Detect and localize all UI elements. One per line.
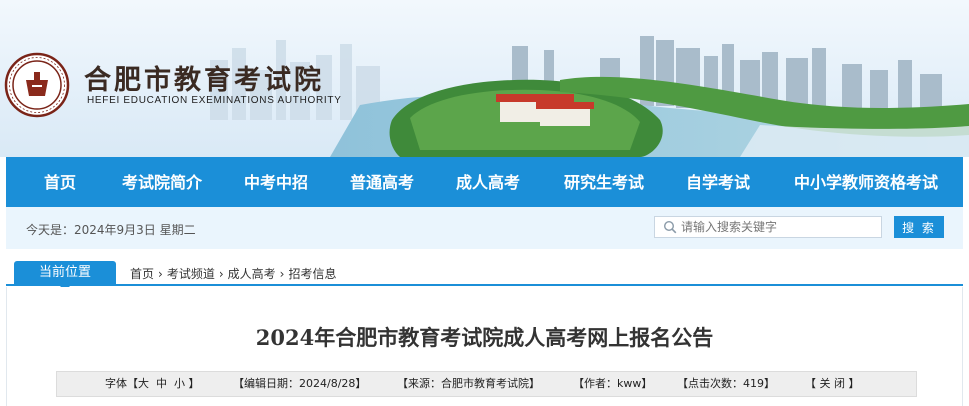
search-box	[654, 216, 882, 238]
breadcrumb-separator: ›	[218, 267, 224, 281]
breadcrumb-home[interactable]: 首页	[130, 267, 154, 281]
nav-item-graduate-exam[interactable]: 研究生考试	[554, 157, 654, 207]
breadcrumb-enrollment-info[interactable]: 招考信息	[288, 267, 336, 281]
font-size-suffix: 】	[188, 377, 200, 390]
search-input[interactable]	[681, 219, 876, 235]
search-icon	[663, 220, 677, 234]
article-author: 【作者：kww】	[573, 377, 653, 390]
nav-item-about[interactable]: 考试院简介	[112, 157, 212, 207]
breadcrumb: 首页 › 考试频道 › 成人高考 › 招考信息	[130, 265, 337, 282]
search-button[interactable]: 搜 索	[894, 216, 944, 238]
font-size-control: 字体【大 中 小 】	[105, 372, 200, 396]
font-size-small[interactable]: 小	[174, 377, 185, 390]
nav-item-self-study-exam[interactable]: 自学考试	[678, 157, 758, 207]
seal-logo-icon[interactable]	[4, 52, 70, 118]
edit-date: 【编辑日期：2024/8/28】	[233, 377, 367, 390]
font-size-large[interactable]: 大	[138, 377, 149, 390]
nav-item-gaokao[interactable]: 普通高考	[342, 157, 422, 207]
location-bar: 当前位置 首页 › 考试频道 › 成人高考 › 招考信息	[6, 261, 963, 291]
nav-item-teacher-qualification[interactable]: 中小学教师资格考试	[786, 157, 946, 207]
header-banner: 合肥市教育考试院 HEFEI EDUCATION EXEMINATIONS AU…	[0, 0, 969, 157]
current-date: 今天是：2024年9月3日 星期二	[26, 223, 196, 237]
breadcrumb-separator: ›	[279, 267, 285, 281]
font-size-prefix: 字体【	[105, 377, 138, 390]
nav-item-adult-exam[interactable]: 成人高考	[448, 157, 528, 207]
nav-item-home[interactable]: 首页	[34, 157, 86, 207]
site-subtitle: HEFEI EDUCATION EXEMINATIONS AUTHORITY	[87, 95, 342, 106]
close-button[interactable]: 【 关 闭 】	[805, 372, 860, 396]
site-title: 合肥市教育考试院	[84, 65, 324, 96]
article-meta-bar: 字体【大 中 小 】 【编辑日期：2024/8/28】 【来源：合肥市教育考试院…	[56, 371, 917, 397]
info-bar: 今天是：2024年9月3日 星期二 搜 索	[6, 207, 963, 249]
main-nav: 首页 考试院简介 中考中招 普通高考 成人高考 研究生考试 自学考试 中小学教师…	[6, 157, 963, 207]
current-location-label: 当前位置	[14, 261, 116, 285]
article-title: 2024年合肥市教育考试院成人高考网上报名公告	[255, 325, 714, 350]
font-size-medium[interactable]: 中	[156, 377, 167, 390]
breadcrumb-exam-channel[interactable]: 考试频道	[167, 267, 215, 281]
breadcrumb-adult-exam[interactable]: 成人高考	[228, 267, 276, 281]
click-count: 【点击次数：419】	[677, 377, 775, 390]
breadcrumb-separator: ›	[158, 267, 163, 281]
nav-item-zhongkao[interactable]: 中考中招	[236, 157, 316, 207]
article-source: 【来源：合肥市教育考试院】	[397, 377, 540, 390]
